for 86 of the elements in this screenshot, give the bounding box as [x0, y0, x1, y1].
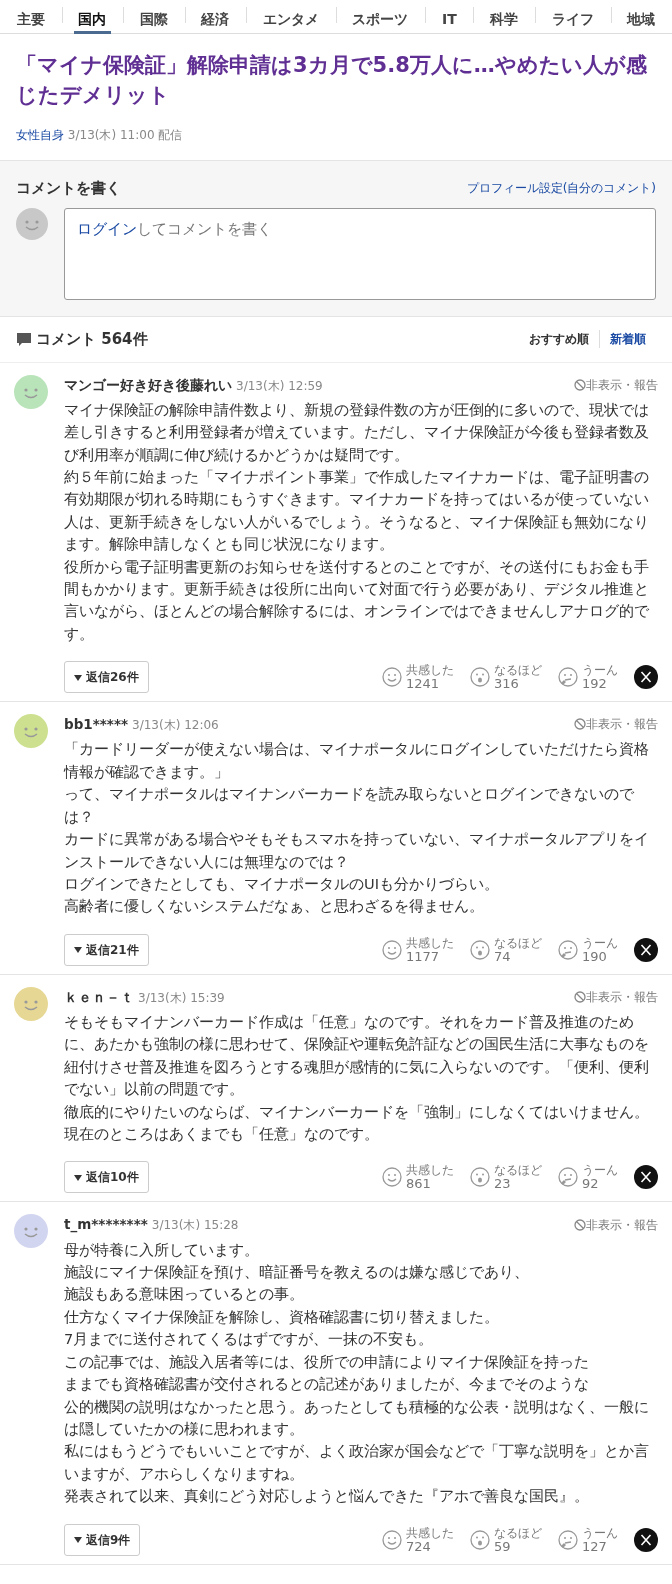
reaction-label: なるほど: [494, 1525, 542, 1540]
reaction-label: 共感した: [406, 663, 454, 678]
thinking-face-icon[interactable]: [558, 939, 578, 960]
thinking-face-icon[interactable]: [558, 1529, 578, 1550]
reaction-count: 23: [494, 1177, 512, 1192]
author-name: bb1*****: [64, 715, 129, 735]
comment-date: 3/13(木) 15:39: [138, 989, 225, 1007]
source-link[interactable]: 女性自身: [16, 128, 64, 142]
replies-button[interactable]: 返信26件: [64, 661, 149, 694]
surprised-face-icon[interactable]: [470, 939, 490, 960]
reaction-count: 861: [406, 1177, 432, 1192]
surprised-face-icon[interactable]: [470, 1529, 490, 1550]
sort-option[interactable]: おすすめ順: [519, 330, 599, 348]
reaction-label: うーん: [582, 663, 618, 678]
reaction-label: 共感した: [406, 1163, 454, 1178]
avatar-icon: [16, 207, 48, 240]
smiley-icon[interactable]: [382, 1529, 402, 1550]
comment-date: 3/13(木) 12:59: [236, 377, 323, 395]
comment-text: マイナ保険証の解除申請件数より、新規の登録件数の方が圧倒的に多いので、現状では差し引きすると利用登録者が増えています。ただし、マイナ保険証が今後も登録者数及び利用率が順調に伸び続けるかどうかは疑問です。 約５年前に始まった「マイナポイント事業」で作成したマイナカードは、電子証明書の有効期限が切れる時期にもうすぐきます。マイナカードを持ってはいるが使っていない人は、更新手続きをしない人がいるでしょう。そうなると、マイナ保険証も無効になります。解除申請しなくとも同じ状況になります。 役所から電子証明書更新のお知らせを送付するとのことですが、その送付にもお金も手間もかかります。更新手続きは役所に出向いて対面で行う必要があり、デジタル推進と言いながら、ほとんどの場合解除するには、オンラインではできませんしアナログ的です。: [64, 399, 650, 644]
hide-report-link[interactable]: 非表示・報告: [586, 987, 658, 1006]
author-name: ｋｅｎ－ｔ: [64, 987, 134, 1007]
prohibit-icon: [574, 1218, 586, 1231]
nav-tab[interactable]: ライフ: [535, 0, 611, 33]
comment-input-field[interactable]: ログイン してコメントを書く: [64, 207, 656, 300]
reaction-count: 192: [582, 677, 608, 692]
prohibit-icon: [574, 718, 586, 731]
reaction-label: 共感した: [406, 935, 454, 950]
sort-option[interactable]: 新着順: [599, 330, 656, 348]
share-icon[interactable]: [634, 1527, 658, 1552]
replies-button[interactable]: 返信9件: [64, 1523, 141, 1556]
nav-tab[interactable]: IT: [425, 0, 474, 33]
comment-text: そもそもマイナンバーカード作成は「任意」なのです。それをカード普及推進のために、あたかも強制の様に思わせて、保険証や運転免許証などの国民生活に大事なものを紐付けさせ普及推進を図ろうとする魂胆が感情的に気に入らないのです。「便利、便利でない」以前の問題です。 徹底的にやりたいのならば、マイナンバーカードを「強制」にしなくてはいけません。 現在のところはあくまでも「任意」なのです。: [64, 1011, 650, 1144]
reaction-count: 1177: [406, 949, 441, 964]
reaction-label: うーん: [582, 1163, 618, 1178]
surprised-face-icon[interactable]: [470, 667, 490, 688]
reaction-count: 127: [582, 1539, 607, 1554]
nav-tab[interactable]: 国内: [61, 0, 124, 33]
reaction-label: うーん: [582, 1525, 618, 1540]
login-link[interactable]: ログイン: [77, 219, 137, 238]
publish-date: 3/13(木) 11:00 配信: [67, 128, 183, 142]
hide-report-link[interactable]: 非表示・報告: [586, 375, 658, 394]
thinking-face-icon[interactable]: [558, 667, 578, 688]
nav-tab[interactable]: スポーツ: [335, 0, 426, 33]
comment-date: 3/13(木) 15:28: [151, 1217, 239, 1235]
replies-button[interactable]: 返信10件: [64, 1161, 149, 1194]
comment-text: 「カードリーダーが使えない場合は、マイナポータルにログインしていただけたら資格情報が確認できます。」 って、マイナポータルはマイナンバーカードを読み取らないとログインできないのでは？ カードに異常がある場合やそもそもスマホを持っていない、マイナポータルアプリをインストールできない人には無理なのでは？ ログインできたとしても、マイナポータルのUIも分かりづらい。 高齢者に優しくないシステムだなぁ、と思わざるを得ません。: [64, 739, 650, 917]
comments-count: コメント 564件: [36, 328, 148, 350]
reaction-count: 724: [406, 1539, 431, 1554]
reaction-count: 1241: [406, 677, 441, 692]
smiley-icon[interactable]: [382, 667, 402, 688]
reaction-label: なるほど: [494, 663, 542, 678]
nav-tab[interactable]: 主要: [0, 0, 62, 33]
comment-date: 3/13(木) 12:06: [132, 717, 219, 735]
author-name: マンゴー好き好き後藤れい: [64, 375, 232, 395]
reaction-label: なるほど: [494, 935, 542, 950]
reaction-count: 59: [494, 1539, 511, 1554]
surprised-face-icon[interactable]: [470, 1167, 490, 1188]
nav-tab[interactable]: 地域: [610, 0, 672, 33]
reaction-label: 共感した: [406, 1525, 454, 1540]
share-icon[interactable]: [634, 665, 658, 690]
reaction-count: 92: [582, 1177, 600, 1192]
prohibit-icon: [574, 378, 586, 391]
section-heading: コメントを書く: [16, 178, 121, 199]
replies-button[interactable]: 返信21件: [64, 933, 149, 966]
comment-text: 母が特養に入所しています。 施設にマイナ保険証を預け、暗証番号を教えるのは嫌な感じであり、 施設もある意味困っているとの事。 仕方なくマイナ保険証を解除し、資格確認書に切り替えました。 7月までに送付されてくるはずですが、一抹の不安も。 この記事では、施設入居者等には、役所での申請によりマイナ保険証を持った ままでも資格確認書が交付されるとの記述がありましたが、今までそのような 公的機関の説明はなかったと思う。あったとしても積極的な公表・説明はなく、一般には隠していたかの様に思われます。 私にはもうどうでもいいことですが、よく政治家が国会などで「丁寧な説明を」とか言いますが、アホらしくなりますね。 発表されて以来、真剣にどう対応しようと悩んできた『アホで善良な国民』。: [64, 1239, 650, 1507]
hide-report-link[interactable]: 非表示・報告: [586, 1215, 658, 1234]
nav-tab[interactable]: 国際: [123, 0, 185, 33]
nav-tab[interactable]: 科学: [473, 0, 535, 33]
hide-report-link[interactable]: 非表示・報告: [586, 715, 658, 734]
thinking-face-icon[interactable]: [558, 1167, 578, 1188]
smiley-icon[interactable]: [382, 939, 402, 960]
nav-tab[interactable]: エンタメ: [246, 0, 336, 33]
smiley-icon[interactable]: [382, 1167, 402, 1188]
author-name: t_m********: [64, 1215, 148, 1235]
prohibit-icon: [574, 990, 586, 1003]
profile-settings-link[interactable]: プロフィール設定(自分のコメント): [466, 179, 656, 198]
share-icon[interactable]: [634, 937, 658, 962]
reaction-label: なるほど: [494, 1163, 542, 1178]
reaction-count: 190: [582, 949, 607, 964]
article-title: 「マイナ保険証」解除申請は3カ月で5.8万人に…やめたい人が感じたデメリット: [16, 52, 648, 109]
reaction-label: うーん: [582, 935, 618, 950]
reaction-count: 74: [494, 949, 511, 964]
nav-tab[interactable]: 経済: [184, 0, 247, 33]
comment-icon: [16, 331, 32, 347]
reaction-count: 316: [494, 677, 520, 692]
share-icon[interactable]: [634, 1165, 658, 1190]
